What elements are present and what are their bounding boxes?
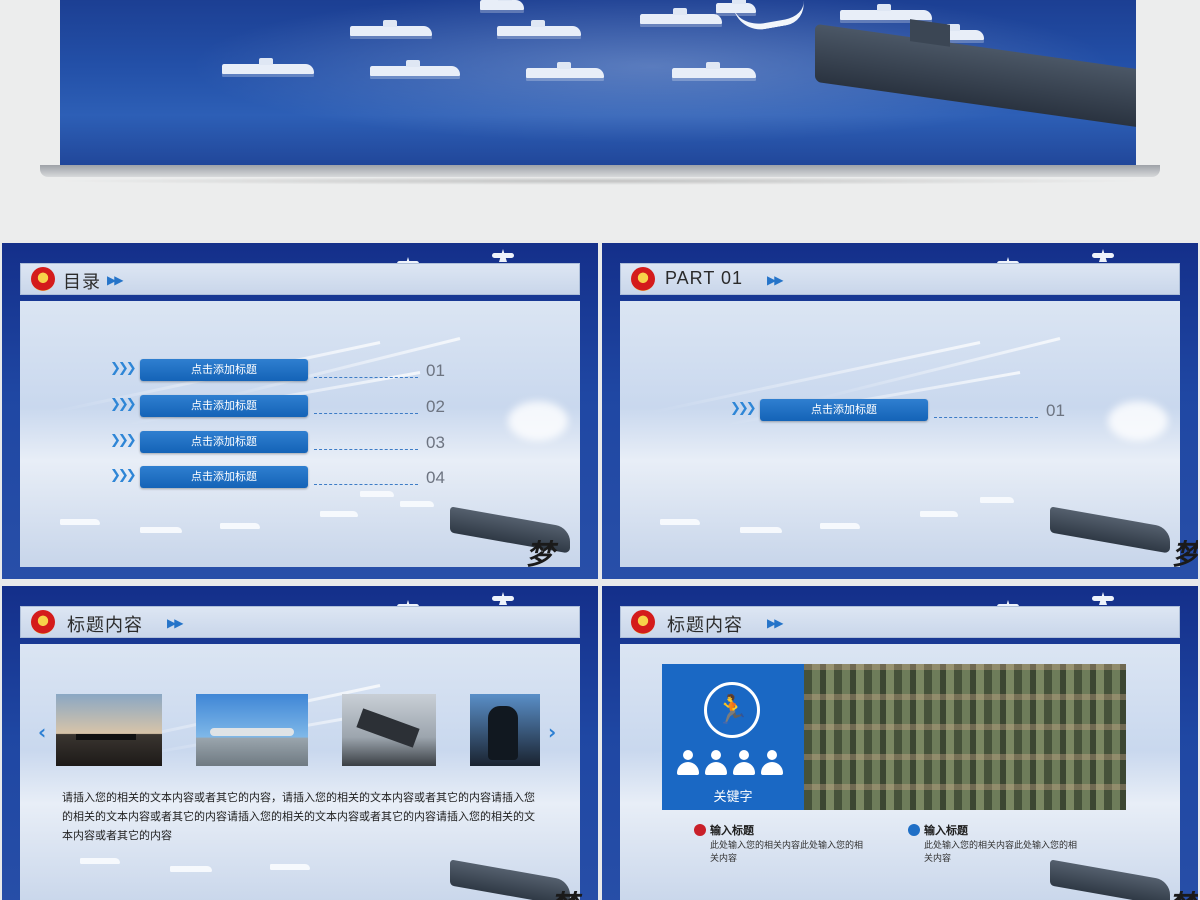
- toc-item[interactable]: ❯❯❯ 点击添加标题 02: [110, 395, 445, 417]
- slide-header: PART 01 ▶▶: [620, 263, 1180, 295]
- toc-item-button[interactable]: 点击添加标题: [140, 359, 308, 381]
- photo-transport-plane[interactable]: [196, 694, 308, 766]
- slide-content: ‹ › 请插入您的相关的文本内容或者其它的内容，请插入您的相关的文本内容或者其它…: [20, 644, 580, 900]
- triple-chevron-icon: ❯❯❯: [110, 397, 137, 412]
- toc-item[interactable]: ❯❯❯ 点击添加标题 04: [110, 466, 445, 488]
- toc-item[interactable]: ❯❯❯ 点击添加标题 01: [110, 359, 445, 381]
- china-dream-calligraphy: 梦: [526, 538, 555, 571]
- triple-chevron-icon: ❯❯❯: [110, 468, 137, 483]
- bullet-title: 输入标题: [924, 824, 968, 837]
- slide-content: [620, 301, 1180, 567]
- toc-item-number: 03: [426, 433, 445, 452]
- slide-part[interactable]: PART 01 ▶▶ ❯❯❯ 点击添加标题 01 梦: [602, 243, 1198, 579]
- slide-content: 🏃 关键字 输入标题 此处输入您的相关内容此处输入您的相关内容 输入标题 此处输…: [620, 644, 1180, 900]
- toc-item-button[interactable]: 点击添加标题: [140, 466, 308, 488]
- china-dream-calligraphy: 梦: [550, 884, 578, 900]
- blue-dot-icon: [908, 824, 920, 836]
- national-emblem-icon: [631, 267, 655, 291]
- part-item[interactable]: ❯❯❯ 点击添加标题 01: [730, 399, 1065, 421]
- slide-header: 目录 ▶▶: [20, 263, 580, 295]
- warship: [672, 62, 756, 78]
- cover-slide-image[interactable]: [60, 0, 1136, 165]
- part-item-button[interactable]: 点击添加标题: [760, 399, 928, 421]
- slide-title: 标题内容: [67, 615, 143, 635]
- double-arrow-icon: ▶▶: [167, 616, 184, 630]
- cover-preview-area: [0, 0, 1200, 240]
- toc-item[interactable]: ❯❯❯ 点击添加标题 03: [110, 431, 445, 453]
- double-arrow-icon: ▶▶: [107, 273, 124, 287]
- china-dream-calligraphy: 梦: [1168, 884, 1196, 900]
- part-item-number: 01: [1046, 401, 1065, 420]
- photo-soldiers-parade[interactable]: [804, 664, 1126, 810]
- photo-fighter-jet[interactable]: [342, 694, 436, 766]
- bullet-desc: 此处输入您的相关内容此处输入您的相关内容: [924, 841, 1078, 864]
- national-emblem-icon: [31, 267, 55, 291]
- slide-title: PART 01: [665, 268, 744, 288]
- body-paragraph: 请插入您的相关的文本内容或者其它的内容，请插入您的相关的文本内容或者其它的内容请…: [62, 791, 535, 842]
- national-emblem-icon: [31, 610, 55, 634]
- warship: [497, 20, 581, 36]
- warship: [840, 4, 932, 20]
- jet-icon: [492, 596, 514, 601]
- jet-icon: [1092, 596, 1114, 601]
- slide-gallery[interactable]: 标题内容 ▶▶ ‹ › 请插入您的相关的文本内容或者其它的内容，请插入您的相关的…: [2, 586, 598, 900]
- warship: [370, 60, 460, 76]
- national-emblem-icon: [631, 610, 655, 634]
- ppt-template-preview: 目录 ▶▶ ❯❯❯ 点击添加标题 01 ❯❯❯ 点击添加标题 02 ❯❯❯ 点击…: [0, 0, 1200, 900]
- jet-icon: [492, 253, 514, 258]
- double-arrow-icon: ▶▶: [767, 273, 784, 287]
- triple-chevron-icon: ❯❯❯: [730, 401, 757, 416]
- slide-keyword[interactable]: 标题内容 ▶▶ 🏃 关键字 输入标题 此处输入您的相关内容此处输入您的相关内容 …: [602, 586, 1198, 900]
- team-icon: [676, 750, 790, 776]
- keyword-label: 关键字: [713, 790, 753, 805]
- slide-toc[interactable]: 目录 ▶▶ ❯❯❯ 点击添加标题 01 ❯❯❯ 点击添加标题 02 ❯❯❯ 点击…: [2, 243, 598, 579]
- warship: [640, 8, 722, 24]
- toc-item-number: 02: [426, 397, 445, 416]
- toc-item-number: 01: [426, 361, 445, 380]
- slide-title: 标题内容: [667, 615, 743, 635]
- slide-header: 标题内容 ▶▶: [620, 606, 1180, 638]
- triple-chevron-icon: ❯❯❯: [110, 361, 137, 376]
- warship: [480, 0, 524, 10]
- triple-chevron-icon: ❯❯❯: [110, 433, 137, 448]
- warship: [526, 62, 604, 78]
- bullet-desc: 此处输入您的相关内容此处输入您的相关内容: [710, 841, 864, 864]
- warship: [350, 20, 432, 36]
- toc-item-button[interactable]: 点击添加标题: [140, 431, 308, 453]
- warship: [716, 0, 756, 13]
- running-man-icon: 🏃: [704, 682, 760, 738]
- chevron-left-icon[interactable]: ‹: [38, 720, 46, 744]
- double-arrow-icon: ▶▶: [767, 616, 784, 630]
- warship: [222, 58, 314, 74]
- slide-title: 目录: [63, 272, 101, 292]
- toc-item-number: 04: [426, 468, 445, 487]
- photo-plane-sunset[interactable]: [56, 694, 162, 766]
- red-dot-icon: [694, 824, 706, 836]
- shelf-edge: [40, 165, 1160, 177]
- toc-item-button[interactable]: 点击添加标题: [140, 395, 308, 417]
- jet-icon: [1092, 253, 1114, 258]
- photo-special-forces[interactable]: [470, 694, 540, 766]
- china-dream-calligraphy: 梦: [1172, 538, 1198, 571]
- bullet-title: 输入标题: [710, 824, 754, 837]
- slide-header: 标题内容 ▶▶: [20, 606, 580, 638]
- aircraft-carrier: [1050, 506, 1170, 554]
- keyword-panel[interactable]: 🏃 关键字: [662, 664, 804, 810]
- chevron-right-icon[interactable]: ›: [548, 720, 556, 744]
